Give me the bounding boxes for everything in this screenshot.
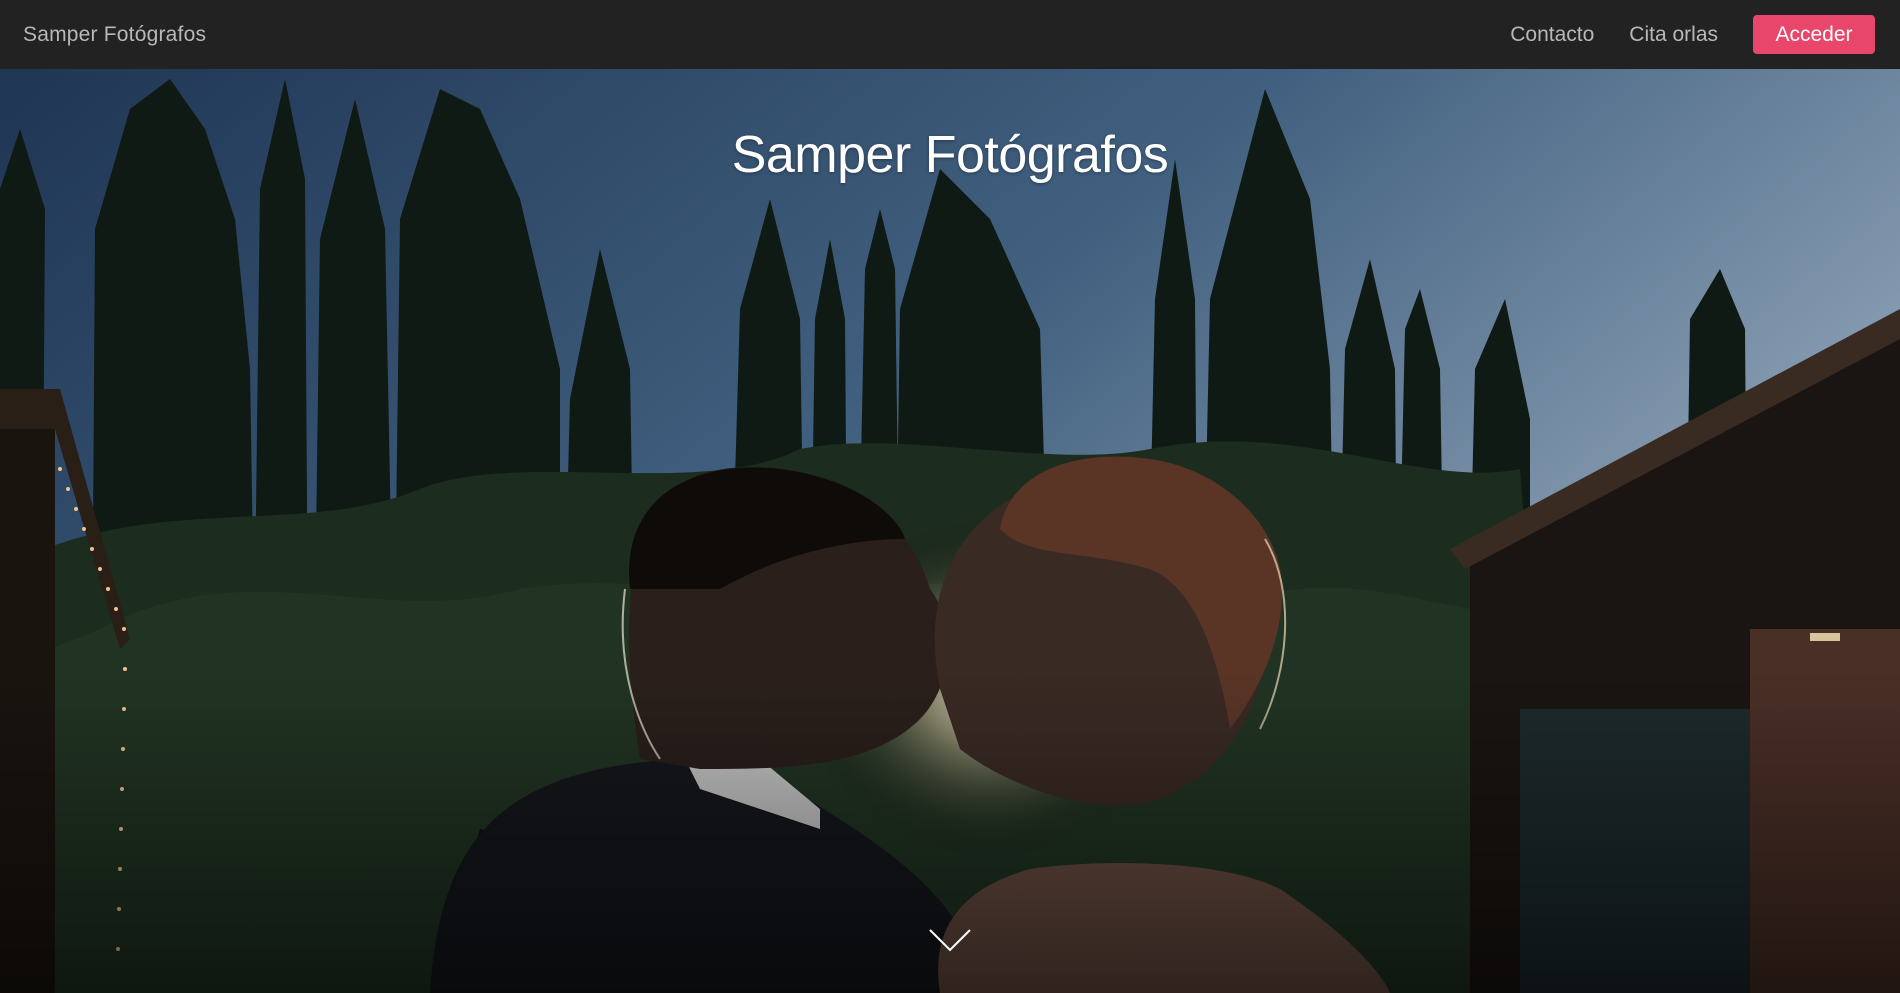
hero-title: Samper Fotógrafos — [731, 126, 1169, 184]
hero-section: Samper Fotógrafos — [0, 69, 1900, 993]
brand-link[interactable]: Samper Fotógrafos — [23, 23, 206, 47]
scroll-down-button[interactable] — [928, 927, 972, 953]
chevron-down-icon — [929, 929, 971, 952]
nav-menu: Contacto Cita orlas Acceder — [1510, 15, 1877, 54]
nav-link-contacto[interactable]: Contacto — [1510, 23, 1594, 47]
login-button[interactable]: Acceder — [1753, 15, 1875, 54]
top-navbar: Samper Fotógrafos Contacto Cita orlas Ac… — [0, 0, 1900, 69]
hero-background-photo — [0, 69, 1900, 993]
nav-link-cita-orlas[interactable]: Cita orlas — [1629, 23, 1718, 47]
